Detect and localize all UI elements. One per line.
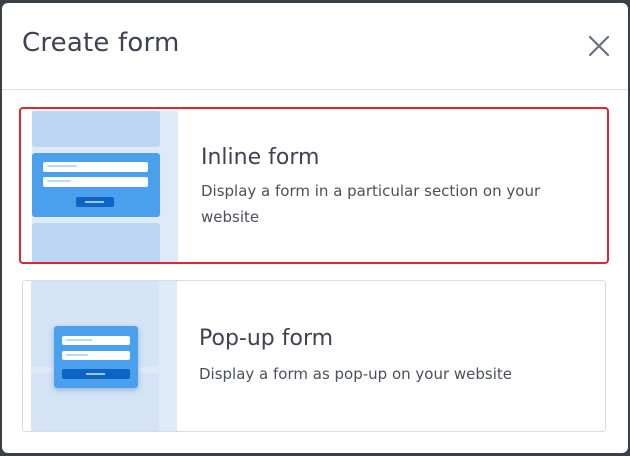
dialog-header: Create form bbox=[2, 3, 628, 90]
inline-form-illustration bbox=[32, 111, 178, 262]
illustration-field bbox=[43, 162, 148, 172]
illustration-button bbox=[76, 197, 114, 207]
illustration-form-panel bbox=[32, 153, 160, 217]
create-form-dialog: Create form Inline form Display a form i… bbox=[2, 3, 628, 453]
option-popup-form[interactable]: Pop-up form Display a form as pop-up on … bbox=[22, 280, 606, 432]
illustration-button bbox=[62, 369, 130, 379]
option-title: Pop-up form bbox=[199, 326, 334, 351]
option-inline-form[interactable]: Inline form Display a form in a particul… bbox=[19, 107, 609, 264]
illustration-block bbox=[32, 223, 160, 262]
illustration-popup-panel bbox=[54, 326, 138, 388]
close-button[interactable] bbox=[584, 31, 614, 61]
option-title: Inline form bbox=[201, 145, 320, 170]
illustration-block bbox=[32, 111, 160, 147]
dialog-title: Create form bbox=[22, 28, 180, 58]
option-description: Display a form as pop-up on your website bbox=[199, 365, 513, 383]
illustration-field bbox=[43, 177, 148, 187]
illustration-field bbox=[62, 336, 130, 345]
illustration-field bbox=[62, 351, 130, 360]
option-description: Display a form in a particular section o… bbox=[201, 182, 541, 226]
close-icon bbox=[588, 35, 610, 57]
popup-form-illustration bbox=[31, 281, 177, 431]
